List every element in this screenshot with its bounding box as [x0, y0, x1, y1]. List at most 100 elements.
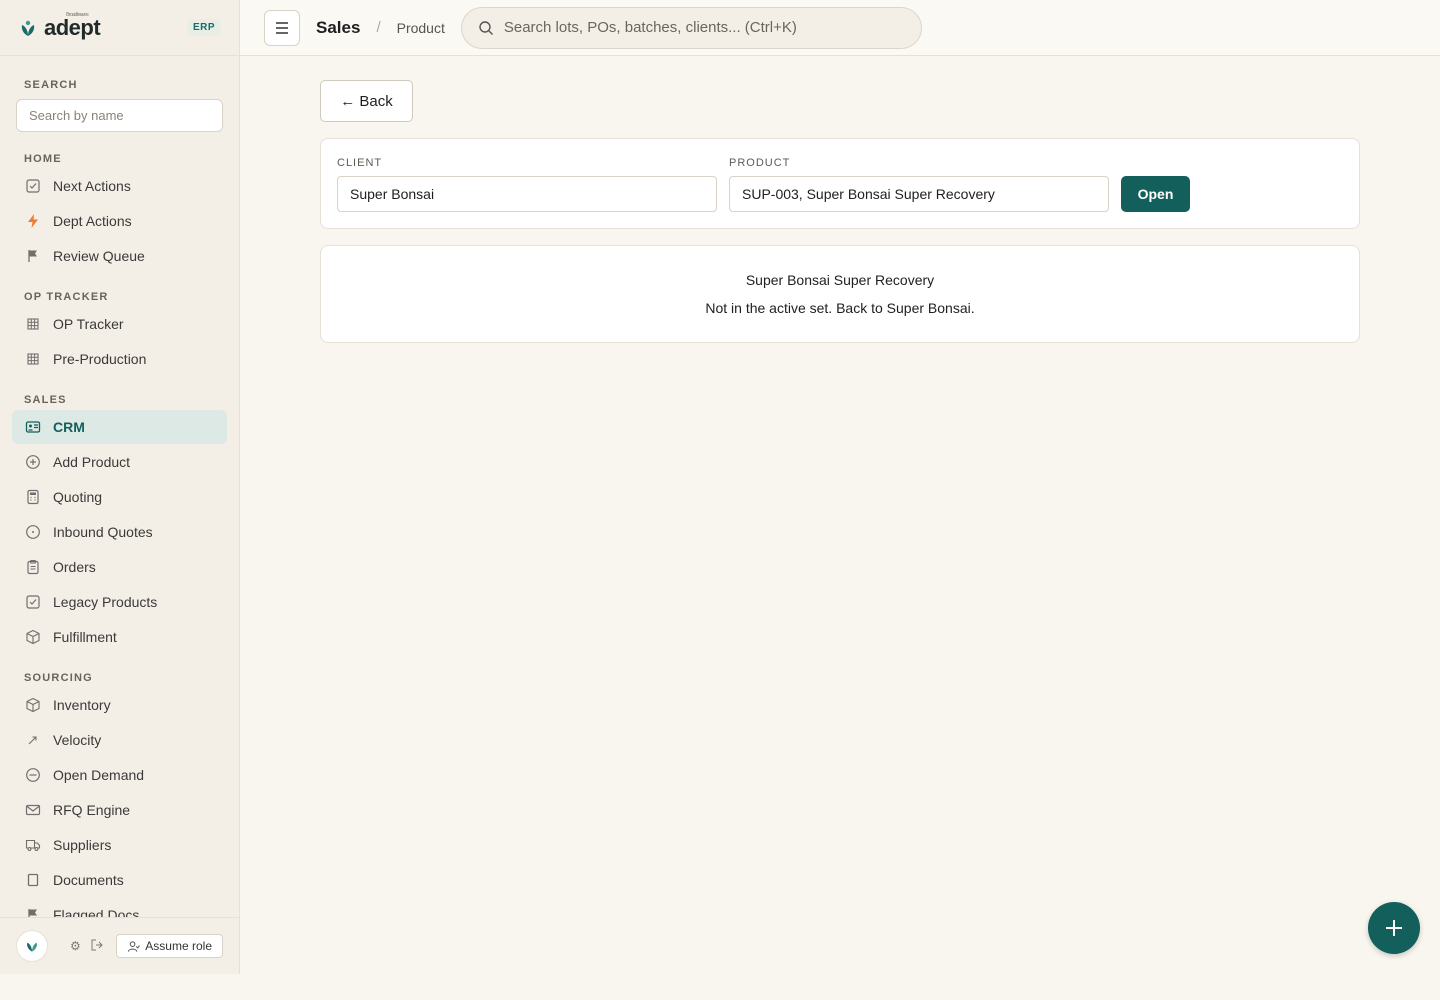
clipboard-icon — [24, 559, 41, 576]
sidebar-item-label: Inbound Quotes — [53, 524, 153, 540]
sidebar-item-label: RFQ Engine — [53, 802, 131, 818]
logo[interactable]: adept Broadleaves — [18, 11, 101, 41]
product-field[interactable] — [729, 176, 1109, 212]
avatar[interactable] — [16, 930, 48, 962]
sidebar-item-flagged-docs[interactable]: Flagged Docs — [12, 898, 227, 917]
sidebar-item-label: Documents — [53, 872, 124, 888]
truck-icon — [24, 837, 41, 854]
sidebar-item-pre-production[interactable]: Pre-Production — [12, 342, 227, 376]
sidebar: adeptBroadleaves ERP SEARCH HOME Next Act… — [0, 0, 240, 974]
sidebar-item-crm[interactable]: CRM — [12, 410, 227, 444]
sidebar-item-label: Quoting — [53, 489, 103, 505]
sidebar-item-inventory[interactable]: Inventory — [12, 688, 227, 722]
breadcrumb-sales[interactable]: Sales — [316, 18, 360, 38]
back-button[interactable]: ← Back — [320, 80, 413, 122]
sidebar-search-input[interactable] — [16, 99, 223, 132]
sidebar-item-suppliers[interactable]: Suppliers — [12, 828, 227, 862]
global-search-input[interactable]: Search lots, POs, batches, clients... (C… — [460, 6, 922, 49]
client-label: CLIENT — [337, 157, 383, 169]
sidebar-search-label: SEARCH — [24, 79, 78, 91]
brand-tagline: Broadleaves — [66, 11, 89, 18]
sidebar-item-label: CRM — [53, 419, 85, 435]
product-label: PRODUCT — [729, 157, 791, 169]
sidebar-item-velocity[interactable]: Velocity — [12, 723, 227, 757]
breadcrumb-product: Product — [396, 19, 445, 36]
clock-icon — [24, 524, 41, 541]
calculator-icon — [24, 489, 41, 506]
topbar: Sales / Product Search lots, POs, batche… — [240, 0, 1440, 56]
sidebar-item-add-product[interactable]: Add Product — [12, 445, 227, 479]
section-label-home: HOME — [24, 153, 62, 165]
sidebar-item-orders[interactable]: Orders — [12, 550, 227, 584]
user-icon — [128, 940, 141, 952]
sidebar-item-label: Add Product — [53, 454, 131, 470]
assume-role-button[interactable]: Assume role — [116, 934, 223, 958]
sidebar-item-rfq-engine[interactable]: RFQ Engine — [12, 793, 227, 827]
sidebar-item-label: OP Tracker — [53, 316, 124, 332]
sidebar-item-legacy-products[interactable]: Legacy Products — [12, 585, 227, 619]
sidebar-item-label: Legacy Products — [53, 594, 158, 610]
sidebar-item-label: Fulfillment — [53, 629, 117, 645]
sidebar-item-dept-actions[interactable]: Dept Actions — [12, 204, 227, 238]
sidebar-item-label: Review Queue — [53, 248, 145, 264]
search-icon — [479, 20, 493, 35]
breadcrumb-separator: / — [376, 19, 381, 36]
sidebar-item-label: Inventory — [53, 697, 111, 713]
sidebar-item-label: Dept Actions — [53, 213, 132, 229]
global-search-placeholder: Search lots, POs, batches, clients... (C… — [503, 19, 797, 36]
assume-role-label: Assume role — [145, 939, 212, 953]
sidebar-item-label: Next Actions — [53, 178, 131, 194]
package-icon — [24, 629, 41, 646]
checkbox-icon — [24, 178, 41, 195]
result-card: Super Bonsai Super Recovery Not in the a… — [320, 245, 1360, 343]
leaf-logo-icon — [21, 20, 35, 36]
brand-name: adept Broadleaves — [44, 11, 101, 40]
leaf-logo-icon — [27, 942, 37, 952]
sidebar-footer: ⚙ Assume role — [0, 917, 239, 974]
plus-icon — [1386, 920, 1402, 936]
lightning-icon — [24, 213, 41, 230]
sidebar-item-label: Velocity — [53, 732, 102, 748]
grid-icon — [24, 316, 41, 333]
menu-toggle-button[interactable] — [264, 9, 300, 46]
trend-icon — [24, 732, 41, 749]
sidebar-item-label: Open Demand — [53, 767, 145, 783]
sidebar-header: adept Broadleaves ERP — [0, 0, 239, 56]
section-label-sales: SALES — [24, 394, 67, 406]
add-fab-button[interactable] — [1368, 902, 1420, 954]
mail-icon — [24, 802, 41, 819]
sidebar-item-quoting[interactable]: Quoting — [12, 480, 227, 514]
box-icon — [24, 697, 41, 714]
sidebar-item-open-demand[interactable]: Open Demand — [12, 758, 227, 792]
flag-icon — [24, 907, 41, 917]
contact-card-icon — [24, 419, 41, 436]
section-label-sourcing: SOURCING — [24, 672, 93, 684]
sidebar-item-documents[interactable]: Documents — [12, 863, 227, 897]
sidebar-nav[interactable]: SEARCH HOME Next Actions Dept Actions Revie… — [0, 57, 239, 917]
document-icon — [24, 872, 41, 889]
section-label-op-tracker: OP TRACKER — [24, 291, 109, 303]
sidebar-item-label: Pre-Production — [53, 351, 147, 367]
open-button[interactable]: Open — [1121, 176, 1190, 212]
selector-card: CLIENT PRODUCT Open — [320, 138, 1360, 229]
result-title: Super Bonsai Super Recovery — [745, 272, 935, 288]
sidebar-item-fulfillment[interactable]: Fulfillment — [12, 620, 227, 654]
checkbox-icon — [24, 594, 41, 611]
sidebar-item-op-tracker[interactable]: OP Tracker — [12, 307, 227, 341]
sidebar-item-label: Flagged Docs — [53, 907, 140, 917]
sidebar-item-next-actions[interactable]: Next Actions — [12, 169, 227, 203]
plus-circle-icon — [24, 454, 41, 471]
sidebar-item-label: Orders — [53, 559, 96, 575]
minus-circle-icon — [24, 767, 41, 784]
settings-icon[interactable]: ⚙ — [70, 939, 81, 953]
sidebar-item-inbound-quotes[interactable]: Inbound Quotes — [12, 515, 227, 549]
logout-icon[interactable] — [91, 939, 103, 954]
sidebar-item-review-queue[interactable]: Review Queue — [12, 239, 227, 273]
erp-badge: ERP — [186, 19, 221, 36]
grid-icon — [24, 351, 41, 368]
client-field[interactable] — [337, 176, 717, 212]
result-message: Not in the active set. Back to Super Bon… — [705, 300, 975, 316]
sidebar-item-label: Suppliers — [53, 837, 112, 853]
flag-icon — [24, 248, 41, 265]
hamburger-icon — [276, 21, 288, 34]
